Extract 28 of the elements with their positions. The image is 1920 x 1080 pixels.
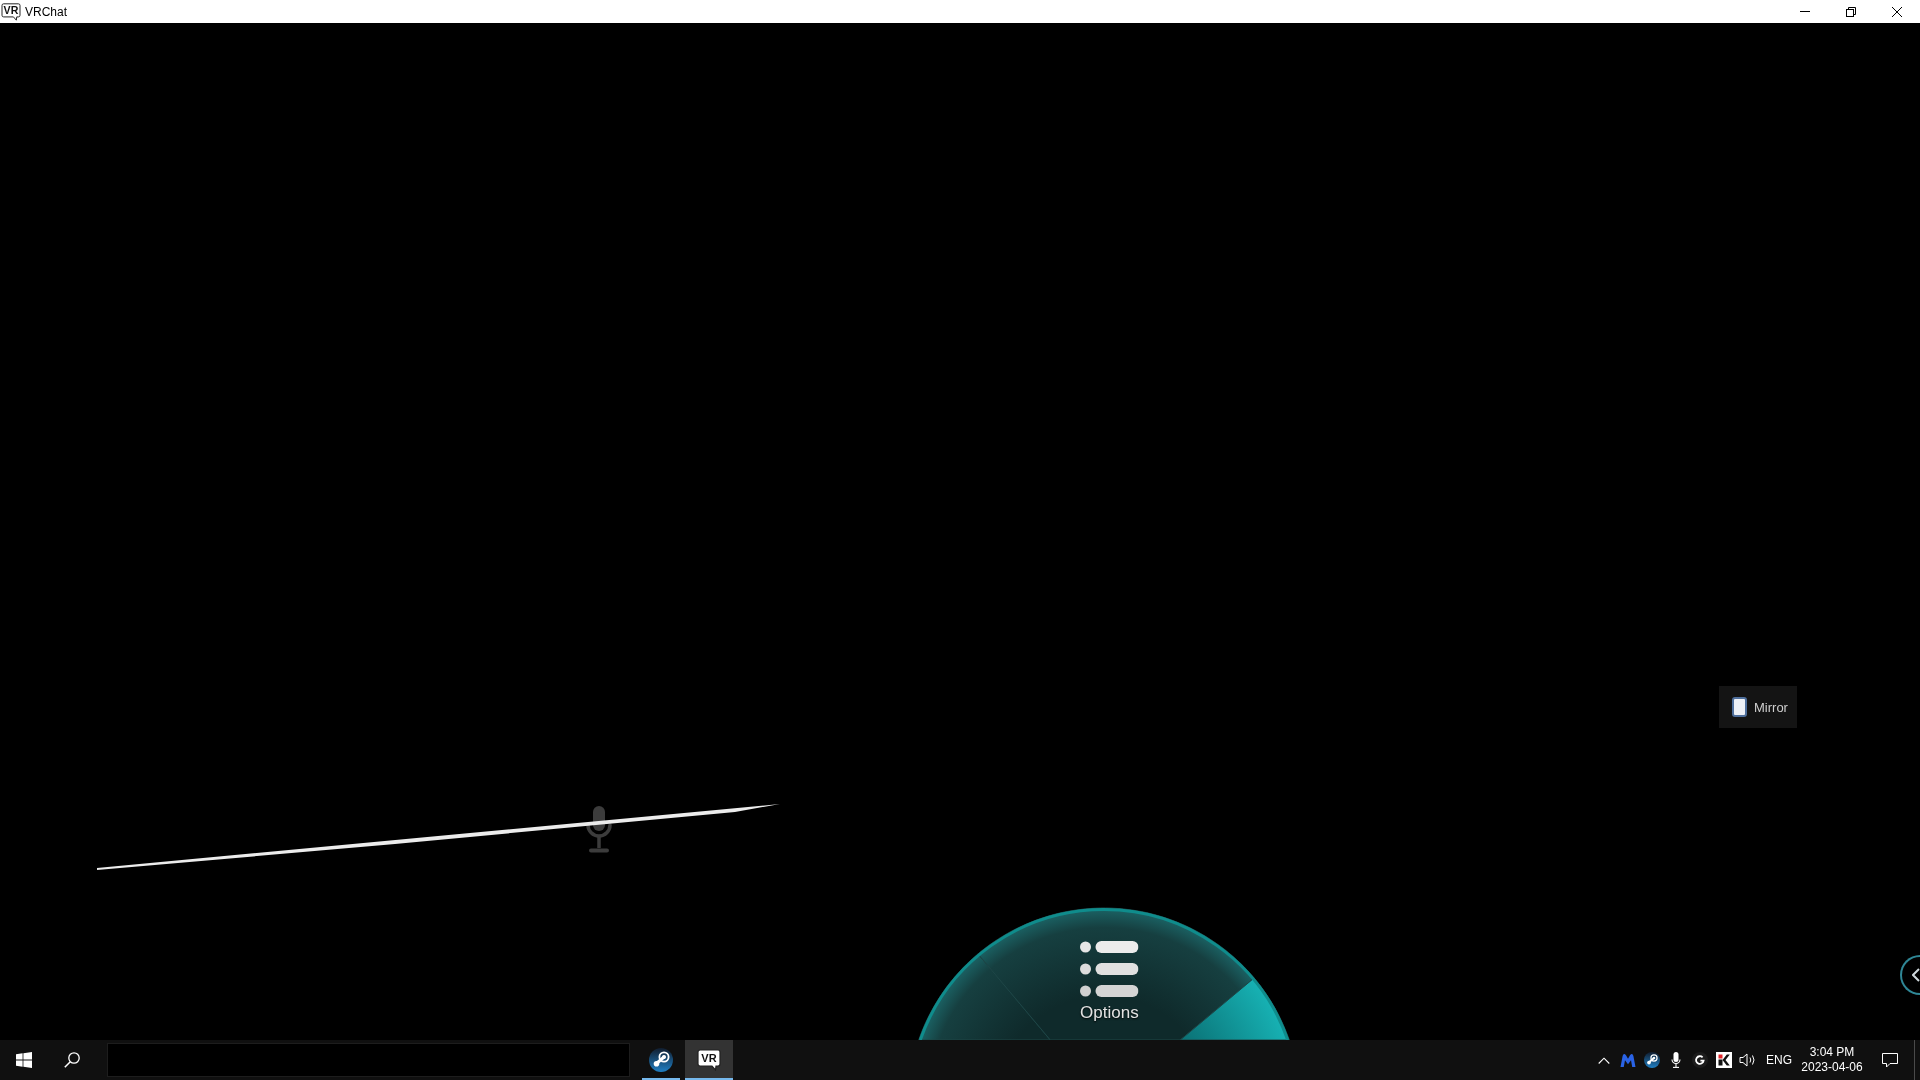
expand-button[interactable] — [1900, 955, 1920, 995]
minimize-icon — [1800, 11, 1810, 12]
microphone-icon[interactable] — [1671, 1052, 1681, 1068]
notification-icon[interactable] — [1882, 1052, 1898, 1068]
clock-time[interactable]: 3:04 PM — [1809, 1045, 1855, 1060]
search-field[interactable] — [107, 1043, 630, 1077]
chevron-up-icon[interactable] — [1598, 1056, 1610, 1064]
clock-date[interactable]: 2023-04-06 — [1801, 1060, 1863, 1075]
restore-icon — [1846, 6, 1856, 17]
close-icon — [1892, 6, 1902, 17]
language-indicator[interactable]: ENG — [1766, 1052, 1792, 1068]
chevron-left-icon — [1912, 968, 1920, 982]
taskbar-app-button[interactable]: VR — [685, 1040, 733, 1080]
windows-logo-icon — [16, 1052, 32, 1068]
speaker-icon[interactable] — [1739, 1052, 1757, 1068]
checkbox[interactable] — [1732, 697, 1747, 717]
round-logo-icon — [649, 1048, 673, 1072]
window-title: VRChat — [25, 4, 68, 19]
k-logo-icon[interactable] — [1716, 1052, 1732, 1068]
sector-label[interactable]: Options — [1080, 1003, 1139, 1023]
m-logo-icon[interactable] — [1620, 1053, 1636, 1067]
round-logo-icon[interactable] — [1644, 1052, 1660, 1068]
menu-sector[interactable] — [1179, 977, 1290, 1040]
vr-logo-icon: VR — [697, 1049, 721, 1071]
g-logo-icon[interactable] — [1692, 1052, 1708, 1068]
vr-logo-icon: VR — [1, 2, 21, 21]
search-icon — [64, 1052, 80, 1068]
mirror-toggle[interactable]: Mirror — [1719, 686, 1797, 728]
